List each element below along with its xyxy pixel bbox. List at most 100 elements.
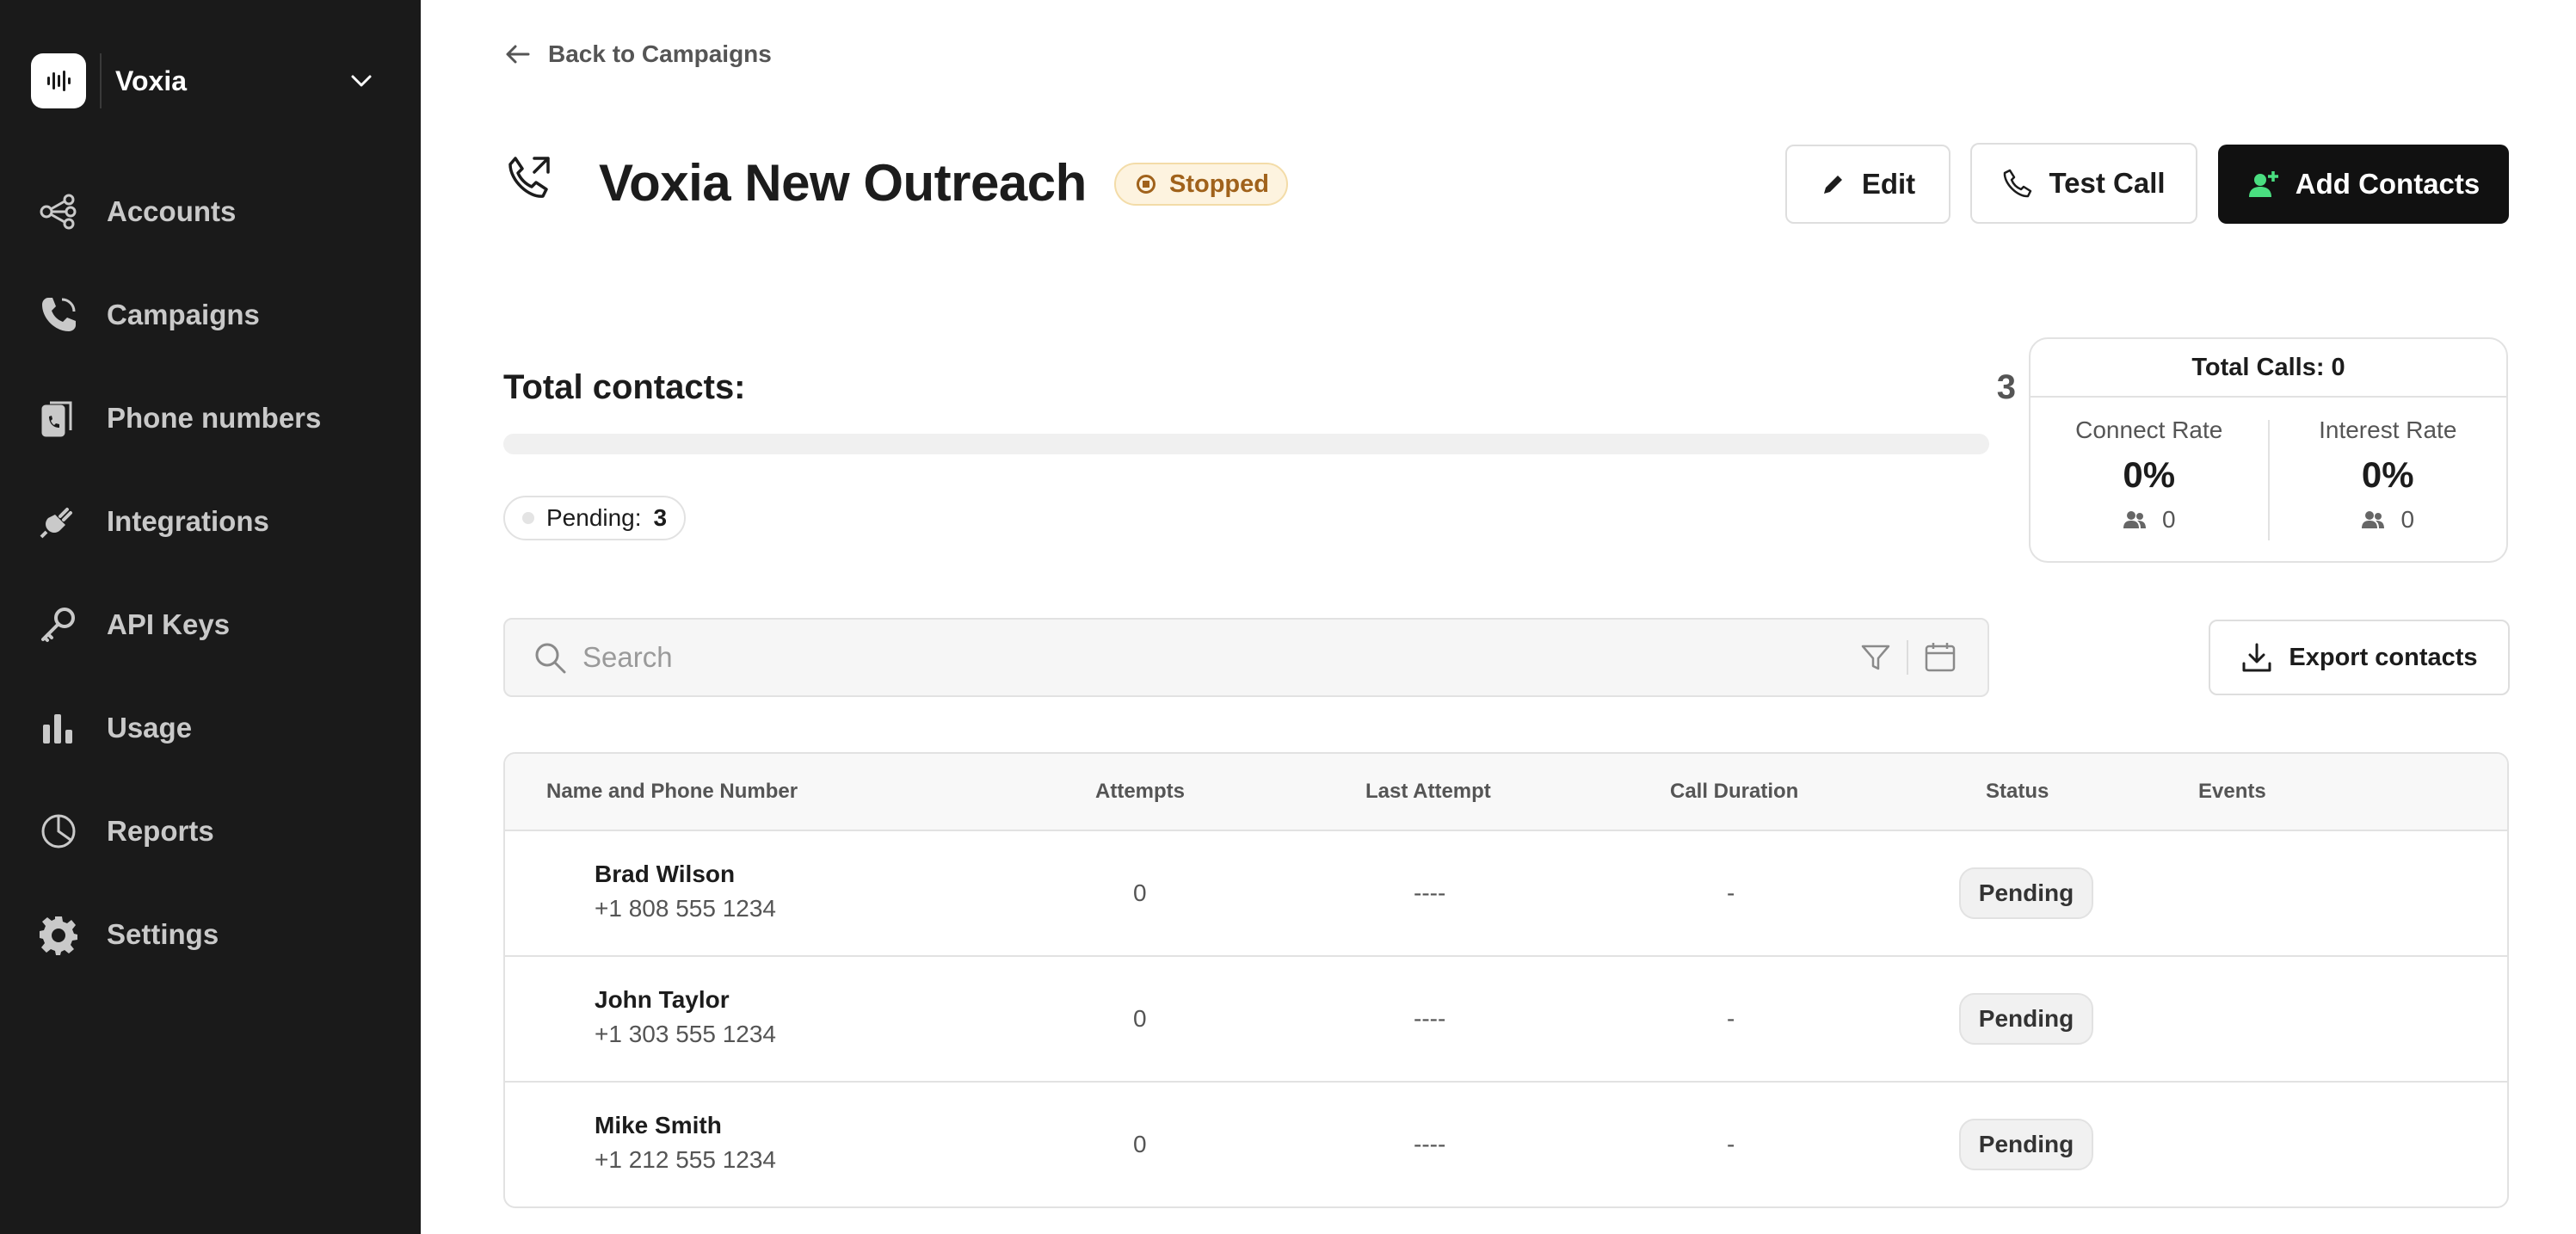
integrations-icon bbox=[38, 501, 79, 542]
status-badge: Pending bbox=[1959, 1119, 2093, 1170]
contacts-table: Name and Phone Number Attempts Last Atte… bbox=[503, 752, 2509, 1208]
sidebar-item-label: Campaigns bbox=[107, 299, 260, 330]
total-calls-header: Total Calls: 0 bbox=[2031, 339, 2506, 398]
column-header-name[interactable]: Name and Phone Number bbox=[546, 780, 798, 804]
add-contacts-button-label: Add Contacts bbox=[2295, 168, 2480, 200]
last-attempt-cell: ---- bbox=[1414, 879, 1446, 906]
table-row[interactable]: Mike Smith +1 212 555 1234 0 ---- - Pend… bbox=[505, 1083, 2507, 1206]
contact-phone: +1 303 555 1234 bbox=[595, 1021, 776, 1047]
test-call-button[interactable]: Test Call bbox=[1970, 143, 2197, 224]
call-duration-cell: - bbox=[1727, 1005, 1735, 1032]
calendar-icon[interactable] bbox=[1924, 641, 1957, 674]
call-duration-cell: - bbox=[1727, 1131, 1735, 1157]
call-duration-cell: - bbox=[1727, 879, 1735, 906]
export-contacts-button[interactable]: Export contacts bbox=[2209, 620, 2510, 695]
last-attempt-cell: ---- bbox=[1414, 1005, 1446, 1032]
users-icon bbox=[2362, 511, 2385, 528]
status-badge: Pending bbox=[1959, 993, 2093, 1045]
sidebar-item-reports[interactable]: Reports bbox=[0, 780, 421, 883]
column-header-attempts[interactable]: Attempts bbox=[1095, 780, 1185, 804]
status-dot-icon bbox=[522, 512, 534, 524]
sidebar-item-phone-numbers[interactable]: Phone numbers bbox=[0, 367, 421, 470]
sidebar-item-label: API Keys bbox=[107, 608, 231, 640]
column-header-call-duration[interactable]: Call Duration bbox=[1670, 780, 1798, 804]
phone-numbers-icon bbox=[38, 398, 79, 439]
contacts-progress-bar bbox=[503, 434, 1989, 454]
edit-button[interactable]: Edit bbox=[1785, 145, 1950, 224]
reports-icon bbox=[38, 811, 79, 852]
connect-rate-label: Connect Rate bbox=[2075, 416, 2223, 443]
edit-button-label: Edit bbox=[1861, 168, 1916, 200]
sidebar-item-label: Accounts bbox=[107, 195, 237, 227]
attempts-cell: 0 bbox=[1133, 879, 1147, 906]
users-icon bbox=[2123, 511, 2146, 528]
sidebar-item-settings[interactable]: Settings bbox=[0, 883, 421, 986]
search-input[interactable] bbox=[582, 641, 1860, 674]
add-contacts-button[interactable]: Add Contacts bbox=[2218, 145, 2509, 224]
table-row[interactable]: John Taylor +1 303 555 1234 0 ---- - Pen… bbox=[505, 957, 2507, 1083]
contact-name: Mike Smith bbox=[595, 1112, 722, 1138]
brand-divider bbox=[100, 53, 102, 108]
search-icon bbox=[535, 643, 566, 674]
total-contacts-label: Total contacts: bbox=[503, 368, 746, 406]
sidebar-item-label: Reports bbox=[107, 815, 214, 847]
sidebar-item-integrations[interactable]: Integrations bbox=[0, 470, 421, 573]
sidebar-item-label: Integrations bbox=[107, 505, 269, 537]
attempts-cell: 0 bbox=[1133, 1005, 1147, 1032]
voxia-logo-icon bbox=[31, 53, 86, 108]
status-badge: Pending bbox=[1959, 867, 2093, 919]
phone-outgoing-icon bbox=[503, 153, 555, 209]
connect-rate-value: 0% bbox=[2123, 454, 2176, 495]
accounts-icon bbox=[38, 191, 79, 232]
sidebar-item-label: Usage bbox=[107, 712, 193, 743]
pending-chip-label: Pending: bbox=[546, 504, 642, 531]
sidebar-item-campaigns[interactable]: Campaigns bbox=[0, 263, 421, 367]
chevron-down-icon[interactable] bbox=[344, 64, 379, 98]
column-header-status[interactable]: Status bbox=[1986, 780, 2049, 804]
arrow-left-icon bbox=[506, 45, 530, 64]
sidebar-item-usage[interactable]: Usage bbox=[0, 676, 421, 780]
contact-name: Brad Wilson bbox=[595, 861, 736, 887]
download-icon bbox=[2242, 643, 2271, 672]
status-badge: Stopped bbox=[1114, 163, 1288, 206]
back-link-label: Back to Campaigns bbox=[548, 40, 772, 67]
sidebar-item-api-keys[interactable]: API Keys bbox=[0, 573, 421, 676]
contact-phone: +1 808 555 1234 bbox=[595, 895, 776, 922]
sidebar: Voxia Accounts Campaigns Phone numbers I… bbox=[0, 0, 421, 1234]
interest-rate-value: 0% bbox=[2361, 454, 2414, 495]
attempts-cell: 0 bbox=[1133, 1131, 1147, 1157]
search-bar bbox=[503, 618, 1989, 697]
interest-rate-stat: Interest Rate 0% 0 bbox=[2270, 398, 2507, 561]
contact-name: John Taylor bbox=[595, 986, 730, 1013]
stop-icon bbox=[1137, 175, 1156, 194]
column-header-last-attempt[interactable]: Last Attempt bbox=[1365, 780, 1491, 804]
interest-count: 0 bbox=[2400, 506, 2415, 533]
test-call-button-label: Test Call bbox=[2049, 167, 2166, 199]
workspace-name: Voxia bbox=[115, 65, 187, 96]
main-content: Back to Campaigns Voxia New Outreach Sto… bbox=[421, 0, 2576, 1234]
table-header: Name and Phone Number Attempts Last Atte… bbox=[505, 754, 2507, 831]
contact-phone: +1 212 555 1234 bbox=[595, 1146, 776, 1173]
sidebar-item-label: Settings bbox=[107, 918, 219, 950]
phone-icon bbox=[2004, 169, 2032, 198]
search-divider bbox=[1907, 640, 1908, 675]
last-attempt-cell: ---- bbox=[1414, 1131, 1446, 1157]
status-badge-label: Stopped bbox=[1169, 170, 1269, 198]
usage-icon bbox=[38, 707, 79, 749]
total-contacts-value: 3 bbox=[1996, 368, 2016, 406]
column-header-events[interactable]: Events bbox=[2198, 780, 2266, 804]
campaigns-icon bbox=[38, 294, 79, 336]
table-row[interactable]: Brad Wilson +1 808 555 1234 0 ---- - Pen… bbox=[505, 831, 2507, 957]
sidebar-item-accounts[interactable]: Accounts bbox=[0, 160, 421, 263]
filter-icon[interactable] bbox=[1860, 642, 1891, 673]
export-contacts-label: Export contacts bbox=[2289, 643, 2478, 671]
connect-count: 0 bbox=[2161, 506, 2176, 533]
back-to-campaigns-link[interactable]: Back to Campaigns bbox=[503, 40, 772, 69]
pending-chip-count: 3 bbox=[653, 504, 668, 531]
pencil-icon bbox=[1823, 176, 1842, 194]
pending-filter-chip[interactable]: Pending: 3 bbox=[503, 496, 687, 540]
workspace-switcher[interactable]: Voxia bbox=[31, 52, 379, 110]
key-icon bbox=[38, 604, 79, 645]
call-stats-card: Total Calls: 0 Connect Rate 0% 0 Interes… bbox=[2029, 337, 2508, 563]
sidebar-nav: Accounts Campaigns Phone numbers Integra… bbox=[0, 160, 421, 986]
